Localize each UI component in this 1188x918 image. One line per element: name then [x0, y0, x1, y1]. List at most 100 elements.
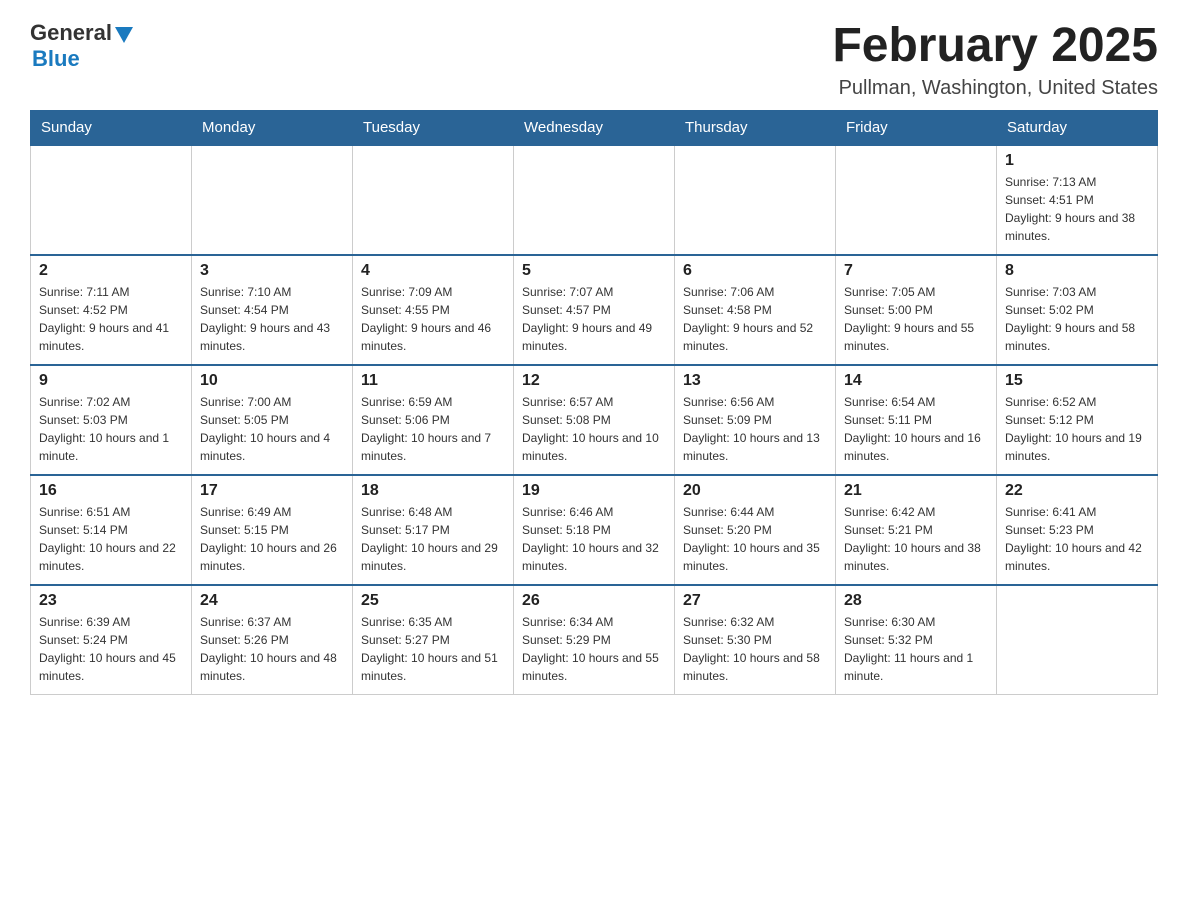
day-number: 7 — [844, 262, 988, 280]
day-info: Sunrise: 6:57 AM Sunset: 5:08 PM Dayligh… — [522, 393, 666, 465]
day-number: 3 — [200, 262, 344, 280]
day-info: Sunrise: 6:35 AM Sunset: 5:27 PM Dayligh… — [361, 613, 505, 685]
weekday-header-tuesday: Tuesday — [353, 110, 514, 145]
calendar-cell: 14Sunrise: 6:54 AM Sunset: 5:11 PM Dayli… — [836, 365, 997, 475]
day-number: 17 — [200, 482, 344, 500]
day-number: 23 — [39, 592, 183, 610]
logo: General Blue — [30, 20, 133, 72]
weekday-header-thursday: Thursday — [675, 110, 836, 145]
logo-triangle-icon — [115, 27, 133, 43]
day-number: 25 — [361, 592, 505, 610]
weekday-header-friday: Friday — [836, 110, 997, 145]
calendar-cell: 19 Sunrise: 6:46 AM Sunset: 5:18 PM Dayli… — [514, 475, 675, 585]
calendar-cell: 15 Sunrise: 6:52 AM Sunset: 5:12 PM Dayli… — [997, 365, 1158, 475]
day-info: Sunrise: 7:02 AM Sunset: 5:03 PM Dayligh… — [39, 393, 183, 465]
calendar-cell: 26 Sunrise: 6:34 AM Sunset: 5:29 PM Dayli… — [514, 585, 675, 695]
calendar-cell: 8 Sunrise: 7:03 AM Sunset: 5:02 PM Daylig… — [997, 255, 1158, 365]
weekday-header-monday: Monday — [192, 110, 353, 145]
calendar-cell — [675, 145, 836, 255]
calendar-cell: 22 Sunrise: 6:41 AM Sunset: 5:23 PM Dayli… — [997, 475, 1158, 585]
day-number: 1 — [1005, 152, 1149, 170]
calendar-cell — [997, 585, 1158, 695]
day-info: Sunrise: 6:48 AM Sunset: 5:17 PM Dayligh… — [361, 503, 505, 575]
calendar-cell: 21 Sunrise: 6:42 AM Sunset: 5:21 PM Dayli… — [836, 475, 997, 585]
calendar-cell — [192, 145, 353, 255]
day-info: Sunrise: 6:32 AM Sunset: 5:30 PM Dayligh… — [683, 613, 827, 685]
day-number: 20 — [683, 482, 827, 500]
day-info: Sunrise: 7:06 AM Sunset: 4:58 PM Dayligh… — [683, 283, 827, 355]
day-info: Sunrise: 6:49 AM Sunset: 5:15 PM Dayligh… — [200, 503, 344, 575]
day-number: 15 — [1005, 372, 1149, 390]
calendar-cell: 17 Sunrise: 6:49 AM Sunset: 5:15 PM Dayli… — [192, 475, 353, 585]
week-row-3: 9 Sunrise: 7:02 AM Sunset: 5:03 PM Daylig… — [31, 365, 1158, 475]
calendar-cell: 13 Sunrise: 6:56 AM Sunset: 5:09 PM Dayli… — [675, 365, 836, 475]
calendar-cell: 27 Sunrise: 6:32 AM Sunset: 5:30 PM Dayli… — [675, 585, 836, 695]
day-info: Sunrise: 6:52 AM Sunset: 5:12 PM Dayligh… — [1005, 393, 1149, 465]
day-info: Sunrise: 6:41 AM Sunset: 5:23 PM Dayligh… — [1005, 503, 1149, 575]
day-info: Sunrise: 6:59 AM Sunset: 5:06 PM Dayligh… — [361, 393, 505, 465]
month-title: February 2025 — [832, 20, 1158, 73]
day-info: Sunrise: 7:11 AM Sunset: 4:52 PM Dayligh… — [39, 283, 183, 355]
title-block: February 2025 Pullman, Washington, Unite… — [832, 20, 1158, 100]
day-number: 28 — [844, 592, 988, 610]
day-info: Sunrise: 6:46 AM Sunset: 5:18 PM Dayligh… — [522, 503, 666, 575]
day-info: Sunrise: 6:34 AM Sunset: 5:29 PM Dayligh… — [522, 613, 666, 685]
weekday-header-sunday: Sunday — [31, 110, 192, 145]
calendar-cell: 18 Sunrise: 6:48 AM Sunset: 5:17 PM Dayli… — [353, 475, 514, 585]
weekday-header-saturday: Saturday — [997, 110, 1158, 145]
day-number: 10 — [200, 372, 344, 390]
day-info: Sunrise: 7:07 AM Sunset: 4:57 PM Dayligh… — [522, 283, 666, 355]
day-number: 19 — [522, 482, 666, 500]
calendar-cell: 7 Sunrise: 7:05 AM Sunset: 5:00 PM Daylig… — [836, 255, 997, 365]
calendar-cell: 6Sunrise: 7:06 AM Sunset: 4:58 PM Daylig… — [675, 255, 836, 365]
calendar-cell: 10 Sunrise: 7:00 AM Sunset: 5:05 PM Dayli… — [192, 365, 353, 475]
day-number: 26 — [522, 592, 666, 610]
calendar-cell: 1 Sunrise: 7:13 AM Sunset: 4:51 PM Daylig… — [997, 145, 1158, 255]
weekday-header-wednesday: Wednesday — [514, 110, 675, 145]
day-info: Sunrise: 6:54 AM Sunset: 5:11 PM Dayligh… — [844, 393, 988, 465]
calendar-cell — [836, 145, 997, 255]
calendar-cell: 3Sunrise: 7:10 AM Sunset: 4:54 PM Daylig… — [192, 255, 353, 365]
calendar-cell — [353, 145, 514, 255]
day-number: 12 — [522, 372, 666, 390]
calendar-cell: 24Sunrise: 6:37 AM Sunset: 5:26 PM Dayli… — [192, 585, 353, 695]
day-number: 21 — [844, 482, 988, 500]
calendar-cell: 25 Sunrise: 6:35 AM Sunset: 5:27 PM Dayli… — [353, 585, 514, 695]
calendar-table: SundayMondayTuesdayWednesdayThursdayFrid… — [30, 110, 1158, 696]
calendar-cell: 12 Sunrise: 6:57 AM Sunset: 5:08 PM Dayli… — [514, 365, 675, 475]
day-info: Sunrise: 6:56 AM Sunset: 5:09 PM Dayligh… — [683, 393, 827, 465]
day-number: 22 — [1005, 482, 1149, 500]
day-number: 13 — [683, 372, 827, 390]
day-info: Sunrise: 7:09 AM Sunset: 4:55 PM Dayligh… — [361, 283, 505, 355]
day-number: 5 — [522, 262, 666, 280]
calendar-cell: 28 Sunrise: 6:30 AM Sunset: 5:32 PM Dayli… — [836, 585, 997, 695]
day-info: Sunrise: 6:42 AM Sunset: 5:21 PM Dayligh… — [844, 503, 988, 575]
calendar-cell: 11 Sunrise: 6:59 AM Sunset: 5:06 PM Dayli… — [353, 365, 514, 475]
weekday-header-row: SundayMondayTuesdayWednesdayThursdayFrid… — [31, 110, 1158, 145]
page-header: General Blue February 2025 Pullman, Wash… — [30, 20, 1158, 100]
calendar-cell: 2Sunrise: 7:11 AM Sunset: 4:52 PM Daylig… — [31, 255, 192, 365]
day-number: 8 — [1005, 262, 1149, 280]
day-info: Sunrise: 7:13 AM Sunset: 4:51 PM Dayligh… — [1005, 173, 1149, 245]
calendar-cell: 5 Sunrise: 7:07 AM Sunset: 4:57 PM Daylig… — [514, 255, 675, 365]
calendar-cell: 9 Sunrise: 7:02 AM Sunset: 5:03 PM Daylig… — [31, 365, 192, 475]
calendar-cell: 4 Sunrise: 7:09 AM Sunset: 4:55 PM Daylig… — [353, 255, 514, 365]
location-text: Pullman, Washington, United States — [832, 77, 1158, 100]
calendar-cell: 23 Sunrise: 6:39 AM Sunset: 5:24 PM Dayli… — [31, 585, 192, 695]
day-number: 4 — [361, 262, 505, 280]
day-info: Sunrise: 7:00 AM Sunset: 5:05 PM Dayligh… — [200, 393, 344, 465]
day-number: 11 — [361, 372, 505, 390]
day-number: 9 — [39, 372, 183, 390]
day-number: 18 — [361, 482, 505, 500]
week-row-2: 2Sunrise: 7:11 AM Sunset: 4:52 PM Daylig… — [31, 255, 1158, 365]
day-info: Sunrise: 6:51 AM Sunset: 5:14 PM Dayligh… — [39, 503, 183, 575]
day-info: Sunrise: 7:05 AM Sunset: 5:00 PM Dayligh… — [844, 283, 988, 355]
day-info: Sunrise: 7:03 AM Sunset: 5:02 PM Dayligh… — [1005, 283, 1149, 355]
day-info: Sunrise: 6:39 AM Sunset: 5:24 PM Dayligh… — [39, 613, 183, 685]
day-info: Sunrise: 6:30 AM Sunset: 5:32 PM Dayligh… — [844, 613, 988, 685]
week-row-1: 1 Sunrise: 7:13 AM Sunset: 4:51 PM Daylig… — [31, 145, 1158, 255]
calendar-cell — [514, 145, 675, 255]
day-number: 16 — [39, 482, 183, 500]
calendar-cell — [31, 145, 192, 255]
day-number: 27 — [683, 592, 827, 610]
